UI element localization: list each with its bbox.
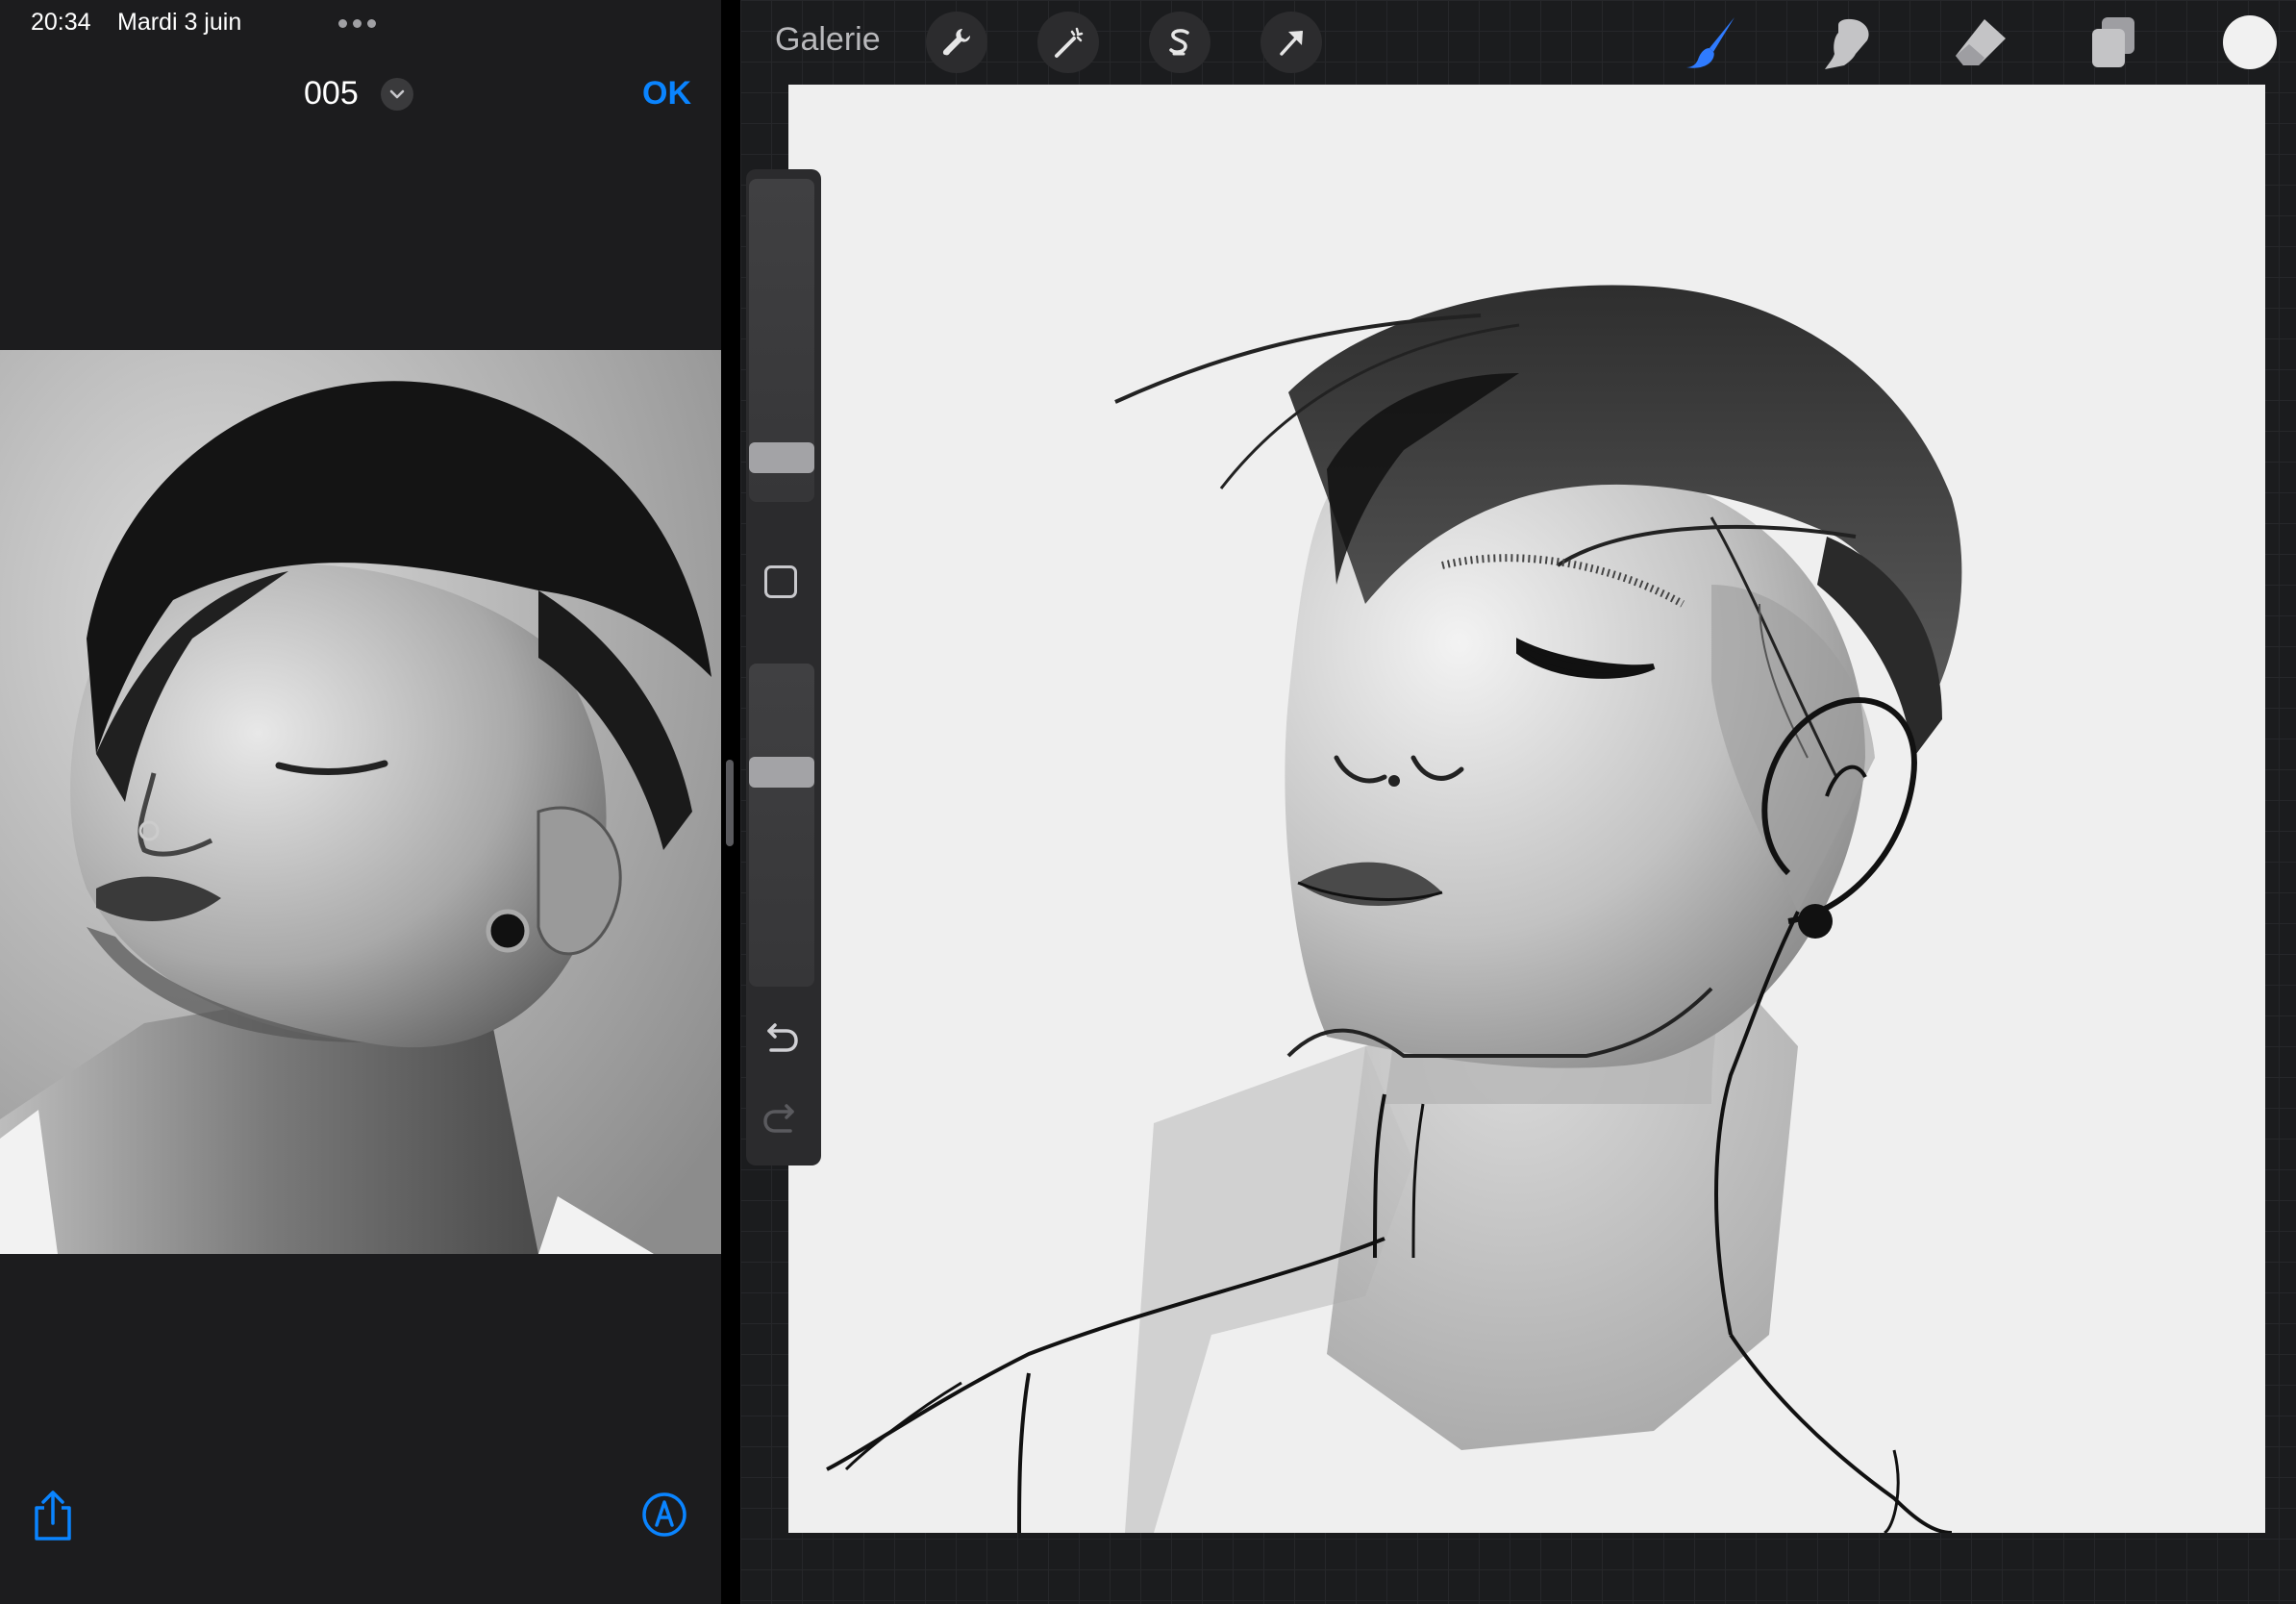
smudge-icon[interactable]	[1817, 12, 1879, 73]
color-picker-button[interactable]	[2223, 15, 2277, 69]
reference-photo	[0, 350, 721, 1254]
drawing-canvas[interactable]	[788, 85, 2265, 1533]
selection-icon[interactable]	[1149, 12, 1210, 73]
magic-wand-icon[interactable]	[1037, 12, 1099, 73]
opacity-handle[interactable]	[749, 757, 814, 789]
redo-icon[interactable]	[761, 1102, 800, 1135]
more-dots-icon[interactable]	[338, 19, 376, 28]
done-button[interactable]: OK	[642, 75, 691, 113]
undo-icon[interactable]	[761, 1021, 800, 1054]
brush-icon[interactable]	[1681, 12, 1742, 73]
opacity-slider[interactable]	[749, 664, 814, 987]
layers-icon[interactable]	[2083, 12, 2144, 73]
status-date: Mardi 3 juin	[117, 9, 242, 36]
modify-button[interactable]	[764, 565, 797, 598]
status-time: 20:34	[31, 9, 91, 36]
wrench-icon[interactable]	[926, 12, 987, 73]
brush-size-handle[interactable]	[749, 441, 814, 473]
chevron-down-icon[interactable]	[381, 78, 413, 111]
gallery-button[interactable]: Galerie	[775, 21, 881, 59]
transform-arrow-icon[interactable]	[1260, 12, 1322, 73]
document-title[interactable]: 005	[304, 75, 359, 113]
split-view-handle[interactable]	[726, 760, 734, 846]
eraser-icon[interactable]	[1950, 12, 2011, 73]
markup-pen-icon[interactable]	[640, 1491, 688, 1539]
share-icon[interactable]	[29, 1489, 77, 1542]
